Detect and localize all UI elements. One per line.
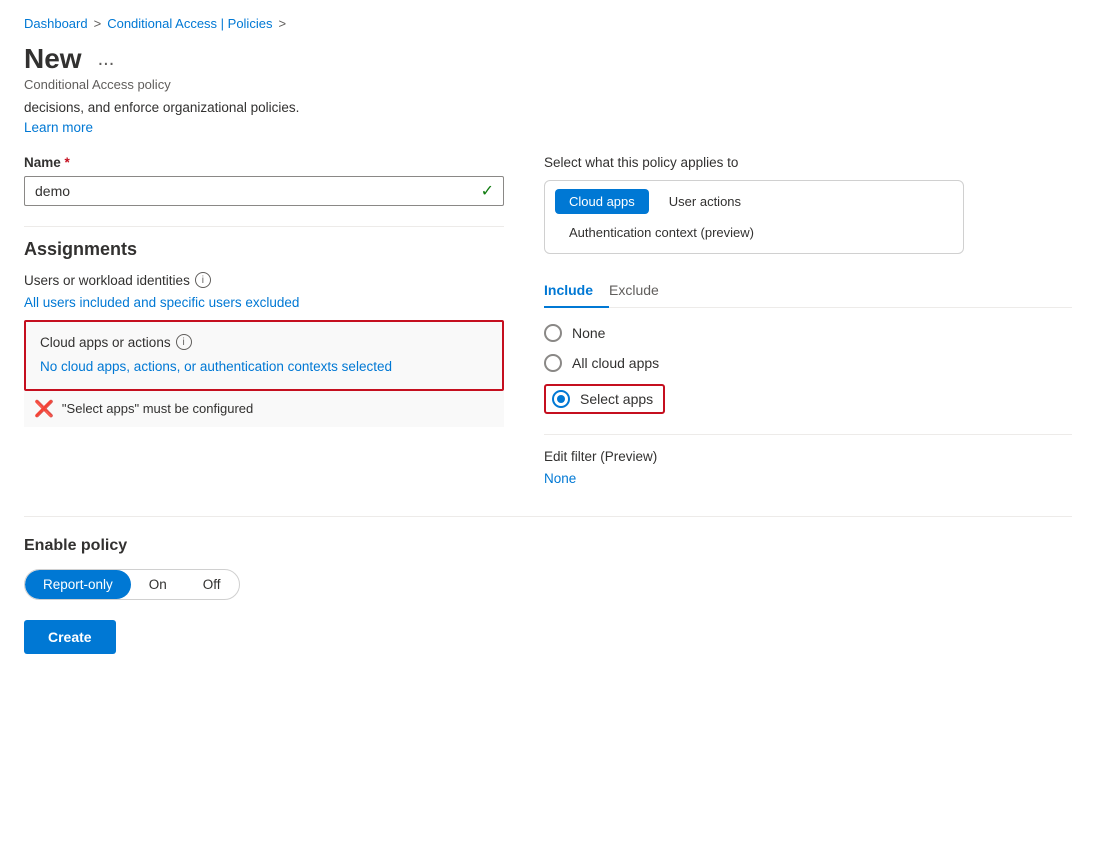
radio-group: None All cloud apps Select apps (544, 324, 1072, 414)
tab-include[interactable]: Include (544, 274, 609, 308)
cloud-apps-box[interactable]: Cloud apps or actions i No cloud apps, a… (24, 320, 504, 391)
policy-toggle-off[interactable]: Off (185, 570, 239, 599)
radio-none[interactable]: None (544, 324, 1072, 342)
policy-toggle-group: Report-only On Off (24, 569, 240, 600)
policy-applies-label: Select what this policy applies to (544, 155, 1072, 170)
radio-select-apps[interactable]: Select apps (544, 384, 1072, 414)
page-subtitle: Conditional Access policy (24, 77, 1072, 92)
breadcrumb-sep-1: > (94, 16, 102, 31)
error-row: ❌ "Select apps" must be configured (24, 391, 504, 427)
left-panel: Name * ✓ Assignments Users or workload i… (24, 155, 504, 486)
cloud-apps-info-icon[interactable]: i (176, 334, 192, 350)
users-link[interactable]: All users included and specific users ex… (24, 295, 299, 310)
learn-more-link[interactable]: Learn more (24, 120, 93, 135)
users-info-icon[interactable]: i (195, 272, 211, 288)
bottom-section: Enable policy Report-only On Off Create (24, 516, 1072, 654)
description-text: decisions, and enforce organizational po… (24, 100, 1072, 115)
assignments-title: Assignments (24, 239, 504, 260)
auth-context-toggle-btn[interactable]: Authentication context (preview) (555, 220, 768, 245)
assignments-divider (24, 226, 504, 227)
name-input[interactable] (24, 176, 504, 206)
breadcrumb-dashboard[interactable]: Dashboard (24, 16, 88, 31)
radio-select-apps-label: Select apps (580, 391, 653, 407)
enable-policy-label: Enable policy (24, 537, 1072, 555)
edit-filter-link[interactable]: None (544, 471, 576, 486)
policy-type-toggle-group: Cloud apps User actions Authentication c… (544, 180, 964, 254)
required-star: * (61, 155, 70, 170)
right-panel: Select what this policy applies to Cloud… (544, 155, 1072, 486)
error-text: "Select apps" must be configured (62, 401, 253, 416)
create-button[interactable]: Create (24, 620, 116, 654)
user-actions-toggle-btn[interactable]: User actions (655, 189, 755, 214)
breadcrumb-policies[interactable]: Conditional Access | Policies (107, 16, 272, 31)
edit-filter-section: Edit filter (Preview) None (544, 434, 1072, 486)
ellipsis-button[interactable]: ... (92, 46, 121, 73)
cloud-apps-warning: No cloud apps, actions, or authenticatio… (40, 358, 488, 377)
policy-toggle-on[interactable]: On (131, 570, 185, 599)
main-content: Name * ✓ Assignments Users or workload i… (24, 155, 1072, 486)
page-title: New (24, 43, 82, 75)
cloud-apps-title: Cloud apps or actions i (40, 334, 488, 350)
error-icon: ❌ (34, 399, 54, 419)
edit-filter-label: Edit filter (Preview) (544, 449, 1072, 464)
name-input-wrapper: ✓ (24, 176, 504, 206)
tab-exclude[interactable]: Exclude (609, 274, 675, 308)
radio-all-label: All cloud apps (572, 355, 659, 371)
cloud-apps-toggle-btn[interactable]: Cloud apps (555, 189, 649, 214)
radio-none-circle (544, 324, 562, 342)
breadcrumb: Dashboard > Conditional Access | Policie… (24, 16, 1072, 31)
breadcrumb-sep-2: > (278, 16, 286, 31)
radio-all-circle (544, 354, 562, 372)
policy-toggle-report-only[interactable]: Report-only (25, 570, 131, 599)
name-label: Name * (24, 155, 504, 170)
page-title-row: New ... (24, 43, 1072, 75)
select-apps-box: Select apps (544, 384, 665, 414)
radio-select-apps-circle (552, 390, 570, 408)
radio-all-cloud-apps[interactable]: All cloud apps (544, 354, 1072, 372)
check-icon: ✓ (481, 181, 494, 201)
include-exclude-tabs: Include Exclude (544, 274, 1072, 308)
radio-select-apps-inner (557, 395, 565, 403)
users-section-label: Users or workload identities i (24, 272, 504, 288)
radio-none-label: None (572, 325, 605, 341)
